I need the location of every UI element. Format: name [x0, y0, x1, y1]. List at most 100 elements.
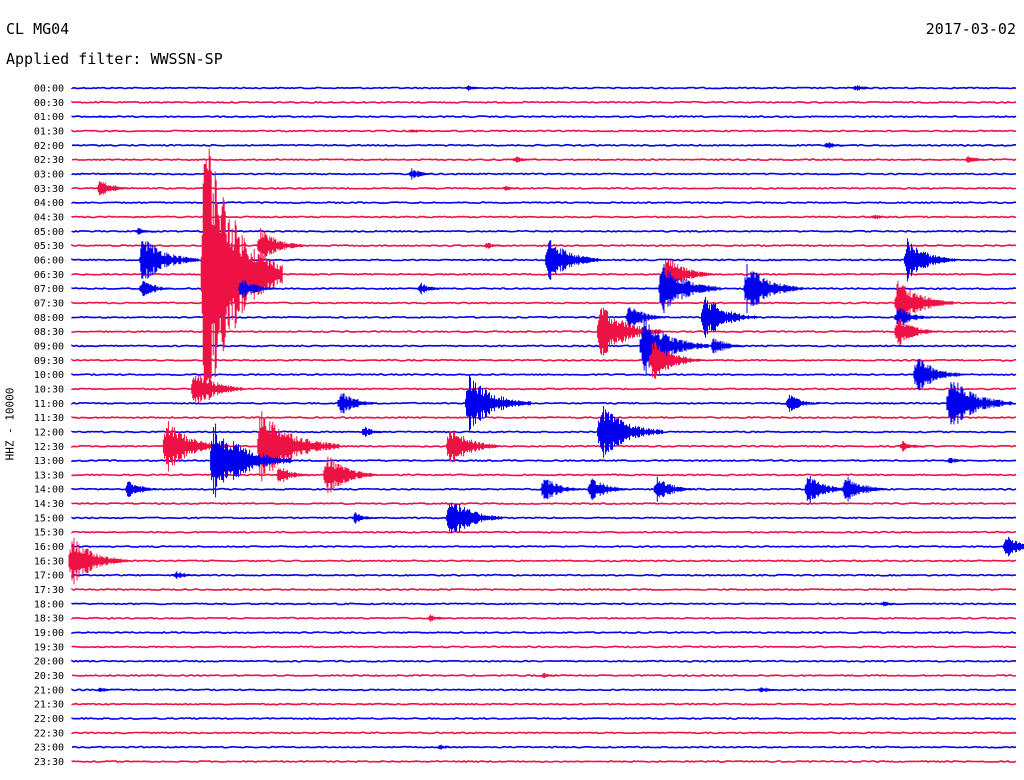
seismic-event [757, 687, 782, 693]
tick-label: 01:00 [34, 112, 64, 123]
seismic-event [823, 142, 848, 149]
seismic-event [785, 394, 820, 412]
trace-line [71, 401, 1017, 405]
seismic-event [502, 185, 525, 191]
seismic-event [870, 214, 893, 220]
tick-label: 03:00 [34, 169, 64, 180]
tick-label: 20:30 [34, 671, 64, 682]
trace-line [71, 100, 1017, 104]
helicorder-plot: 00:00 00:30 01:00 01:30 02:00 02:30 03:00 03:30… [34, 84, 1024, 769]
trace-line [71, 688, 1017, 692]
tick-label: 01:30 [34, 126, 64, 137]
seismic-event [417, 282, 445, 295]
seismic-event [125, 481, 160, 497]
tick-label: 09:00 [34, 341, 64, 352]
seismic-event [436, 744, 459, 750]
trace-line [71, 630, 1017, 635]
seismic-event [965, 156, 992, 163]
trace-line [71, 645, 1016, 649]
trace-line [71, 559, 1017, 563]
seismic-event [134, 227, 159, 235]
seismic-event [894, 318, 938, 345]
tick-label: 09:30 [34, 356, 64, 367]
trace-line [71, 573, 1017, 578]
tick-label: 23:00 [34, 743, 64, 754]
seismic-event [913, 358, 964, 391]
tick-label: 06:30 [34, 270, 64, 281]
tick-label: 07:30 [34, 298, 64, 309]
tick-label: 10:30 [34, 384, 64, 395]
tick-label: 12:30 [34, 442, 64, 453]
seismic-event [540, 479, 581, 499]
trace-line [71, 716, 1017, 721]
tick-label: 13:30 [34, 470, 64, 481]
tick-label: 05:00 [34, 227, 64, 238]
trace-line [71, 731, 1017, 735]
seismic-event [172, 571, 199, 580]
seismic-event [710, 338, 745, 354]
seismic-event [446, 430, 500, 462]
tick-label: 17:30 [34, 585, 64, 596]
tick-label: 21:30 [34, 700, 64, 711]
trace-line [71, 129, 1017, 133]
trace-line [71, 659, 1017, 663]
tick-label: 16:30 [34, 556, 64, 567]
tick-label: 08:30 [34, 327, 64, 338]
seismic-event [625, 307, 666, 328]
tick-label: 00:30 [34, 98, 64, 109]
trace-line [71, 702, 1017, 706]
seismic-event [880, 601, 903, 607]
tick-label: 23:30 [34, 757, 64, 768]
tick-label: 14:30 [34, 499, 64, 510]
tick-label: 02:30 [34, 155, 64, 166]
seismic-event [540, 673, 563, 678]
seismic-event [139, 280, 174, 297]
tick-label: 08:00 [34, 313, 64, 324]
tick-label: 22:00 [34, 714, 64, 725]
seismic-event [191, 375, 245, 403]
tick-label: 19:30 [34, 642, 64, 653]
tick-label-group: 00:00 00:30 01:00 01:30 02:00 02:30 03:00 03:30… [34, 84, 64, 769]
seismic-event [512, 156, 537, 163]
tick-label: 11:00 [34, 399, 64, 410]
trace-line [71, 416, 1017, 420]
tick-label: 13:00 [34, 456, 64, 467]
seismic-event [804, 475, 848, 503]
tick-label: 21:00 [34, 685, 64, 696]
tick-label: 04:00 [34, 198, 64, 209]
trace-line [71, 602, 1017, 606]
tick-label: 18:00 [34, 599, 64, 610]
trace-line [71, 358, 1017, 362]
seismic-event [1003, 536, 1024, 557]
seismic-event [351, 512, 379, 524]
trace-group [68, 85, 1024, 764]
tick-label: 14:00 [34, 485, 64, 496]
tick-label: 03:30 [34, 184, 64, 195]
trace-line [71, 502, 1017, 506]
tick-label: 15:00 [34, 513, 64, 524]
seismic-event [587, 478, 628, 500]
tick-label: 11:30 [34, 413, 64, 424]
seismic-event [96, 687, 119, 692]
trace-line [71, 745, 1017, 749]
seismic-event [597, 406, 664, 458]
seismic-event [427, 614, 452, 622]
trace-line [71, 172, 1017, 176]
tick-label: 00:00 [34, 84, 64, 95]
tick-label: 04:30 [34, 212, 64, 223]
seismic-event [743, 263, 803, 314]
tick-label: 07:00 [34, 284, 64, 295]
tick-label: 05:30 [34, 241, 64, 252]
seismic-event [946, 457, 971, 464]
tick-label: 10:00 [34, 370, 64, 381]
trace-line [71, 115, 1017, 119]
tick-label: 06:00 [34, 255, 64, 266]
trace-line [71, 545, 1017, 549]
tick-label: 02:00 [34, 141, 64, 152]
tick-label: 17:00 [34, 571, 64, 582]
seismic-event [337, 393, 378, 414]
trace-line [71, 530, 1017, 534]
seismic-event [446, 502, 503, 534]
seismic-event [483, 242, 508, 249]
seismic-event [361, 426, 389, 437]
